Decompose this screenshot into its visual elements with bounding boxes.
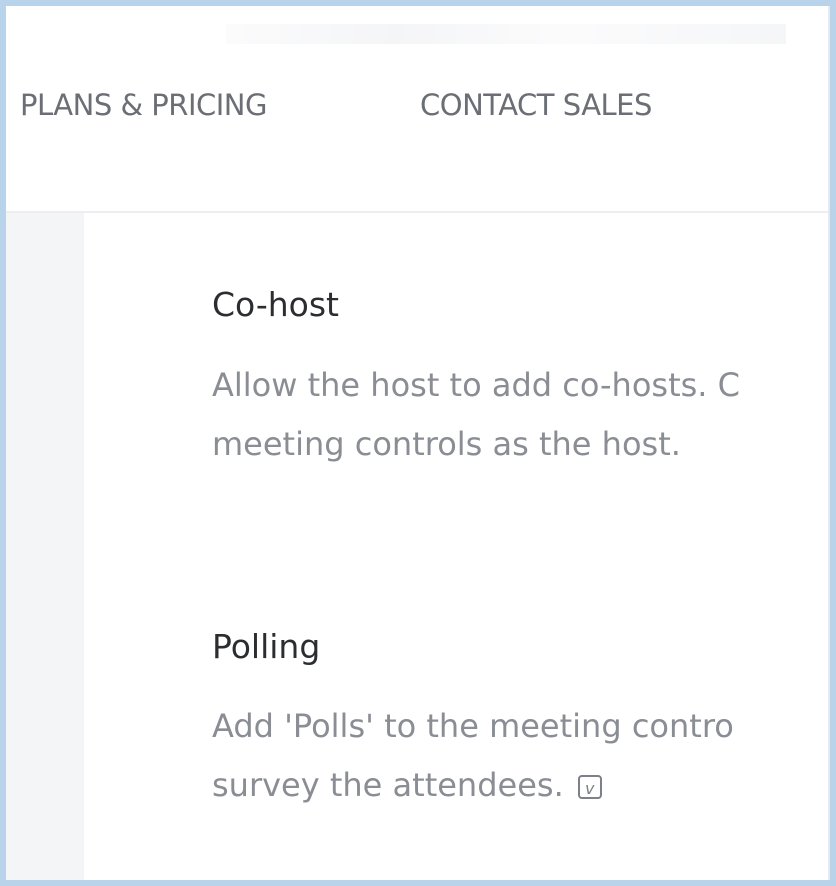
setting-desc-polling-line2-text: survey the attendees. bbox=[212, 766, 564, 804]
settings-content: Co-host Allow the host to add co-hosts. … bbox=[84, 213, 830, 880]
top-navigation: PLANS & PRICING CONTACT SALES bbox=[6, 6, 830, 213]
header-faded-strip bbox=[226, 24, 786, 44]
nav-contact-sales-link[interactable]: CONTACT SALES bbox=[420, 88, 652, 122]
nav-plans-pricing-link[interactable]: PLANS & PRICING bbox=[20, 88, 267, 122]
setting-desc-cohost-line2: meeting controls as the host. bbox=[212, 425, 681, 463]
setting-title-cohost: Co-host bbox=[212, 285, 339, 324]
left-sidebar bbox=[6, 213, 84, 880]
setting-desc-cohost-line1: Allow the host to add co-hosts. C bbox=[212, 366, 740, 404]
setting-desc-polling-line1: Add 'Polls' to the meeting contro bbox=[212, 707, 734, 745]
setting-title-polling: Polling bbox=[212, 627, 321, 666]
right-edge-divider bbox=[828, 6, 830, 880]
info-icon[interactable]: v bbox=[577, 775, 602, 799]
app-frame: PLANS & PRICING CONTACT SALES Co-host Al… bbox=[6, 6, 830, 880]
setting-desc-polling-line2: survey the attendees. v bbox=[212, 756, 602, 815]
